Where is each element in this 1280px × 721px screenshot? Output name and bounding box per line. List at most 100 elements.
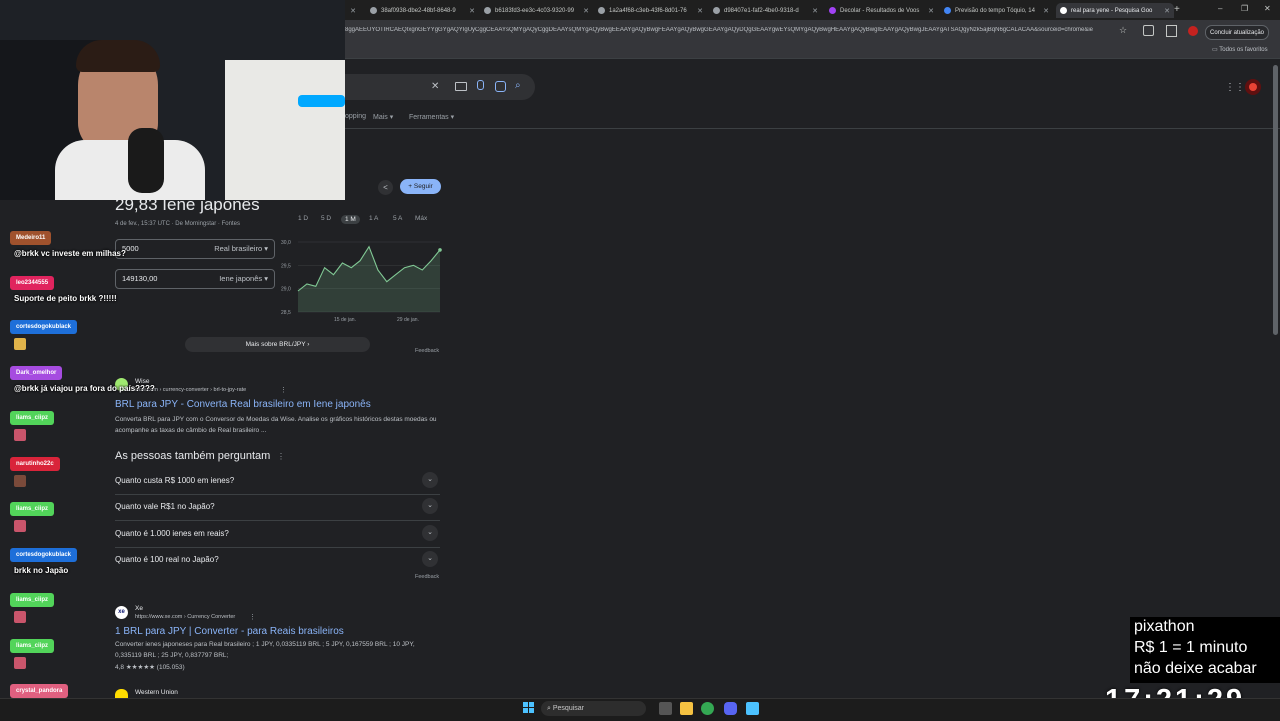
chrome-icon[interactable] bbox=[701, 702, 714, 715]
tab-6[interactable]: Previsão do tempo Tóquio, 14 ✕ bbox=[944, 3, 1049, 18]
chevron-down-icon: ⌄ bbox=[422, 551, 438, 567]
chat-message: @brkk já viajou pra fora do país???? bbox=[14, 384, 155, 393]
close-window-icon[interactable]: ✕ bbox=[1264, 4, 1271, 13]
apps-grid-icon[interactable]: ⋮⋮ bbox=[1225, 82, 1245, 93]
range-1d[interactable]: 1 D bbox=[298, 215, 308, 222]
share-icon[interactable]: < bbox=[378, 180, 393, 195]
star-icon[interactable]: ☆ bbox=[1119, 25, 1127, 36]
nav-shopping[interactable]: opping bbox=[345, 113, 366, 120]
result-title-link[interactable]: 1 BRL para JPY | Converter - para Reais … bbox=[115, 626, 344, 637]
clear-icon[interactable]: ✕ bbox=[431, 81, 439, 92]
tab-close-icon[interactable]: ✕ bbox=[346, 3, 356, 18]
range-1a[interactable]: 1 A bbox=[369, 215, 378, 222]
chat-username: liams_ciipz bbox=[10, 593, 55, 607]
close-icon[interactable]: ✕ bbox=[697, 7, 703, 15]
result-rating: 4,8 ★★★★★ (105.053) bbox=[115, 664, 185, 671]
nav-tools[interactable]: Ferramentas ▾ bbox=[409, 113, 454, 121]
url-field[interactable]: 8ggAEEUYOTIRCAEQIxgnGEYYgGYgAQYIgUyCggCE… bbox=[345, 27, 1110, 33]
close-icon[interactable]: ✕ bbox=[928, 7, 934, 15]
result-site: Western Union bbox=[135, 689, 178, 696]
close-icon[interactable]: ✕ bbox=[583, 7, 589, 15]
y-tick-label: 29,0 bbox=[281, 287, 291, 293]
from-amount-field[interactable]: 5000 Real brasileiro ▾ bbox=[115, 239, 275, 259]
close-icon[interactable]: ✕ bbox=[1043, 7, 1049, 15]
tab-1[interactable]: 38af0938-dbe2-48bf-8648-9 ✕ bbox=[370, 3, 475, 18]
paa-feedback-link[interactable]: Feedback bbox=[415, 574, 439, 580]
more-options-icon[interactable]: ⋮ bbox=[280, 386, 287, 394]
paa-question[interactable]: Quanto é 100 real no Japão? ⌄ bbox=[115, 547, 440, 573]
chat-username: Medeiro11 bbox=[10, 231, 52, 245]
y-tick-label: 30,0 bbox=[281, 240, 291, 246]
paa-question[interactable]: Quanto custa R$ 1000 em ienes? ⌄ bbox=[115, 468, 440, 495]
app-icon[interactable] bbox=[746, 702, 759, 715]
chat-username: crystal_pandora bbox=[10, 684, 69, 698]
xe-favicon: xe bbox=[115, 606, 128, 619]
chat-message: Suporte de peito brkk ?!!!!! bbox=[14, 294, 117, 303]
close-icon[interactable]: ✕ bbox=[469, 7, 475, 15]
chat-message: @brkk vc investe em milhas? bbox=[14, 249, 126, 258]
exchange-rate-chart[interactable]: 30,0 29,5 29,0 28,5 15 de jan. 29 de jan. bbox=[280, 234, 445, 328]
all-bookmarks[interactable]: ▭ Todos os favoritos bbox=[1212, 46, 1268, 53]
more-about-link[interactable]: Mais sobre BRL/JPY › bbox=[185, 337, 370, 352]
chevron-down-icon: ⌄ bbox=[422, 472, 438, 488]
keyboard-icon[interactable] bbox=[455, 82, 467, 91]
minimize-icon[interactable]: – bbox=[1218, 4, 1222, 13]
new-tab-icon[interactable]: + bbox=[1174, 4, 1180, 15]
search-box[interactable] bbox=[345, 74, 535, 100]
sidepanel-icon[interactable] bbox=[1166, 25, 1177, 37]
tab-3[interactable]: 1a2a4f68-c3eb-43f6-8d01-76 ✕ bbox=[598, 3, 703, 18]
nav-more[interactable]: Mais ▾ bbox=[373, 113, 393, 121]
extensions-icon[interactable] bbox=[1143, 25, 1154, 36]
more-options-icon[interactable]: ⋮ bbox=[277, 452, 285, 461]
maximize-icon[interactable]: ❐ bbox=[1241, 4, 1248, 13]
file-explorer-icon[interactable] bbox=[680, 702, 693, 715]
task-view-icon[interactable] bbox=[659, 702, 672, 715]
windows-start-icon[interactable] bbox=[523, 702, 535, 714]
paa-question[interactable]: Quanto vale R$1 no Japão? ⌄ bbox=[115, 494, 440, 521]
last-point bbox=[438, 248, 442, 252]
search-icon[interactable]: ⌕ bbox=[515, 80, 521, 91]
pixathon-rate: R$ 1 = 1 minuto bbox=[1134, 639, 1248, 656]
chat-emote-icon bbox=[14, 338, 26, 350]
y-tick-label: 29,5 bbox=[281, 263, 291, 269]
chat-message: brkk no Japão bbox=[14, 566, 69, 575]
feedback-link[interactable]: Feedback bbox=[415, 348, 439, 354]
result-title-link[interactable]: BRL para JPY - Converta Real brasileiro … bbox=[115, 399, 371, 410]
follow-button[interactable]: + Seguir bbox=[400, 179, 441, 194]
webcam-overlay bbox=[0, 0, 345, 200]
to-amount-field[interactable]: 149130,00 Iene japonês ▾ bbox=[115, 269, 275, 289]
y-tick-label: 28,5 bbox=[281, 310, 291, 316]
discord-icon[interactable] bbox=[724, 702, 737, 715]
tab-5[interactable]: Decolar - Resultados de Voos ✕ bbox=[829, 3, 934, 18]
chat-username: Dark_omelhor bbox=[10, 366, 63, 380]
update-button[interactable]: Concluir atualização bbox=[1205, 25, 1269, 40]
range-5a[interactable]: 5 A bbox=[393, 215, 402, 222]
pixathon-title: pixathon bbox=[1134, 618, 1195, 635]
x-tick-label: 15 de jan. bbox=[334, 317, 356, 323]
range-1m[interactable]: 1 M bbox=[341, 215, 360, 224]
account-avatar[interactable] bbox=[1245, 79, 1261, 95]
range-5d[interactable]: 5 D bbox=[321, 215, 331, 222]
from-currency-select[interactable]: Real brasileiro ▾ bbox=[214, 244, 268, 253]
page-scrollbar[interactable] bbox=[1273, 65, 1278, 335]
tab-4[interactable]: d98407e1-faf2-4be0-9318-d ✕ bbox=[713, 3, 818, 18]
conversion-meta: 4 de fev., 15:37 UTC · De Morningstar · … bbox=[115, 221, 240, 227]
chat-username: liams_ciipz bbox=[10, 639, 55, 653]
lens-icon[interactable] bbox=[495, 81, 506, 92]
to-currency-select[interactable]: Iene japonês ▾ bbox=[219, 274, 268, 283]
close-icon[interactable]: ✕ bbox=[1164, 7, 1170, 15]
close-icon[interactable]: ✕ bbox=[812, 7, 818, 15]
chevron-right-icon: › bbox=[307, 341, 310, 348]
tab-2[interactable]: b6183fd3-ee3c-4c03-9320-99 ✕ bbox=[484, 3, 589, 18]
profile-avatar[interactable] bbox=[1188, 26, 1198, 36]
result-breadcrumb[interactable]: https://www.xe.com › Currency Converter bbox=[135, 614, 235, 620]
taskbar-search[interactable]: ⌕ Pesquisar bbox=[541, 701, 646, 716]
paa-title: As pessoas também perguntam bbox=[115, 450, 271, 462]
microphone-icon[interactable] bbox=[477, 80, 484, 90]
chat-username: liams_ciipz bbox=[10, 502, 55, 516]
tab-active[interactable]: real para yene - Pesquisa Goo ✕ bbox=[1056, 3, 1174, 18]
range-max[interactable]: Máx bbox=[415, 215, 427, 222]
paa-question[interactable]: Quanto é 1.000 ienes em reais? ⌄ bbox=[115, 521, 440, 548]
chevron-down-icon: ⌄ bbox=[422, 525, 438, 541]
more-options-icon[interactable]: ⋮ bbox=[249, 613, 256, 621]
